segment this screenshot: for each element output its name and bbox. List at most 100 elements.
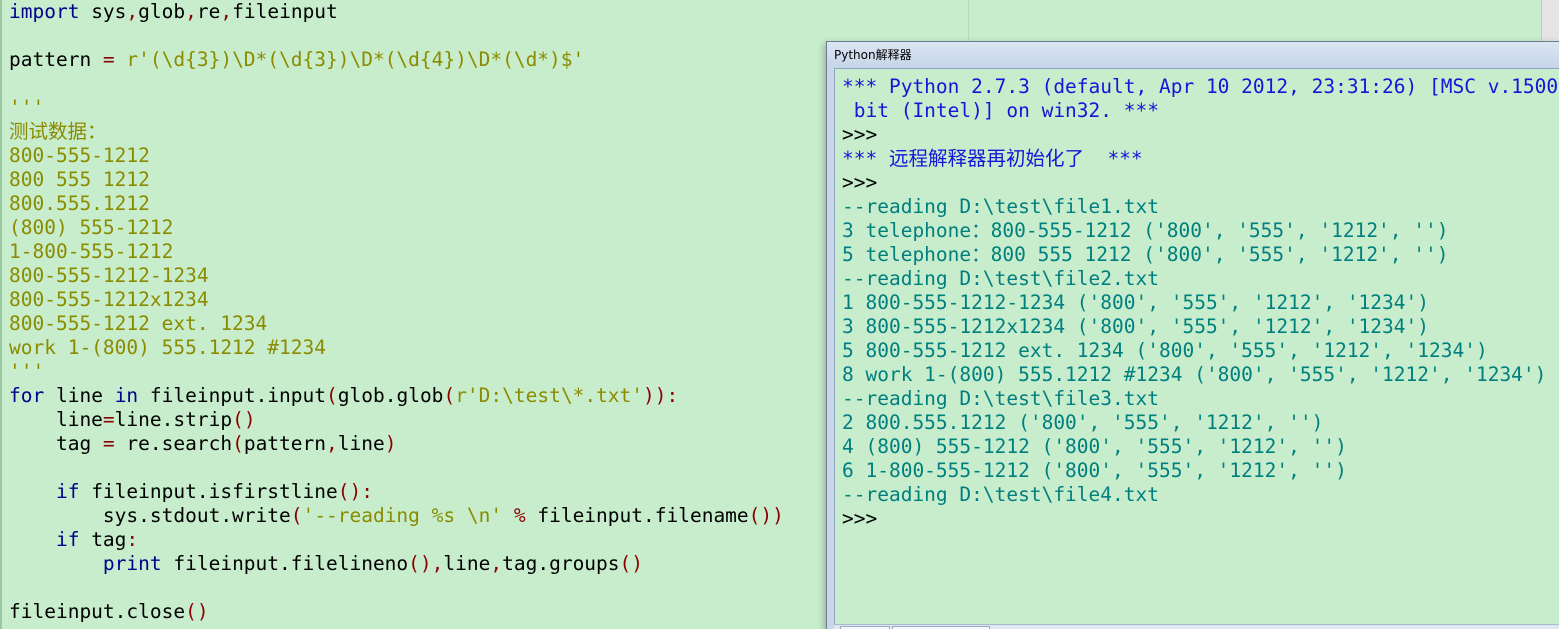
code-line: work 1-(800) 555.1212 #1234 (9, 336, 784, 360)
code-token: work 1-(800) 555.1212 #1234 (9, 336, 326, 359)
code-token: glob (138, 0, 186, 23)
code-token: fileinput.input (138, 384, 327, 407)
code-token: tag.groups (502, 552, 620, 575)
code-token: print (102, 552, 162, 575)
code-token: in (114, 384, 139, 407)
code-line: line=line.strip() (9, 408, 784, 432)
console-line: 3 800-555-1212x1234 ('800', '555', '1212… (842, 315, 1429, 338)
code-token: pattern (9, 48, 103, 71)
console-line: --reading D:\test\file3.txt (842, 387, 1159, 410)
console-line: 5 800-555-1212 ext. 1234 ('800', '555', … (842, 339, 1488, 362)
console-output[interactable]: *** Python 2.7.3 (default, Apr 10 2012, … (842, 75, 1559, 531)
code-token: fileinput.close (9, 600, 186, 623)
code-line: 800-555-1212-1234 (9, 264, 784, 288)
code-token: import (9, 0, 80, 23)
code-line: 测试数据： (9, 120, 784, 144)
code-line: 800.555.1212 (9, 192, 784, 216)
code-token: ( (326, 384, 338, 407)
code-line: sys.stdout.write('--reading %s \n' % fil… (9, 504, 784, 528)
code-line: 800 555 1212 (9, 168, 784, 192)
code-token: fileinput.filelineno (161, 552, 409, 575)
code-token: % (502, 504, 538, 527)
code-token: : (126, 528, 139, 551)
code-token: fileinput.isfirstline (79, 480, 338, 503)
code-token: if (55, 528, 80, 551)
code-token: if (55, 480, 80, 503)
console-line: *** Python 2.7.3 (default, Apr 10 2012, … (842, 75, 1559, 98)
code-token: = (102, 408, 115, 431)
code-line: if tag: (9, 528, 784, 552)
code-line: tag = re.search(pattern,line) (9, 432, 784, 456)
code-token: = (102, 48, 115, 71)
console-line: 3 telephone：800-555-1212 ('800', '555', … (842, 219, 1449, 242)
code-token: 测试数据： (9, 120, 107, 143)
code-token: ( (232, 432, 244, 455)
interpreter-titlebar[interactable]: Python解释器 (827, 42, 1559, 68)
code-token: ''' (9, 96, 45, 119)
code-token: r'D:\test\*.txt' (455, 384, 644, 407)
code-token: line (443, 552, 491, 575)
code-line: 800-555-1212 (9, 144, 784, 168)
code-token: r'(\d{3})\D*(\d{3})\D*(\d{4})\D*(\d*)$' (114, 48, 585, 71)
code-token: '--reading %s \n' (302, 504, 503, 527)
code-line: ''' (9, 96, 784, 120)
code-token: ( (443, 384, 456, 407)
code-token: glob.glob (337, 384, 444, 407)
code-token: , (220, 0, 233, 23)
code-token: )): (643, 384, 679, 407)
code-token: 1-800-555-1212 (9, 240, 174, 263)
console-line: --reading D:\test\file2.txt (842, 267, 1159, 290)
code-token: , (326, 432, 338, 455)
code-line: 1-800-555-1212 (9, 240, 784, 264)
code-token: 800-555-1212 (9, 144, 150, 167)
code-token: line.strip (114, 408, 233, 431)
code-token: for (9, 384, 45, 407)
code-line: pattern = r'(\d{3})\D*(\d{3})\D*(\d{4})\… (9, 48, 784, 72)
code-token: tag (9, 432, 103, 455)
code-token: line (337, 432, 385, 455)
console-line: --reading D:\test\file4.txt (842, 483, 1159, 506)
interpreter-title: Python解释器 (834, 48, 912, 62)
editor-gutter (0, 0, 2, 629)
code-token: 800-555-1212x1234 (9, 288, 209, 311)
code-token: , (490, 552, 503, 575)
code-token: 800-555-1212 ext. 1234 (9, 312, 268, 335)
code-token: 800-555-1212-1234 (9, 264, 209, 287)
interpreter-console[interactable]: *** Python 2.7.3 (default, Apr 10 2012, … (834, 68, 1559, 625)
code-token: fileinput.filename (537, 504, 749, 527)
code-token: pattern (243, 432, 327, 455)
code-line: ''' (9, 360, 784, 384)
code-token: 800 555 1212 (9, 168, 150, 191)
code-token: () (232, 408, 256, 431)
code-token: ( (290, 504, 303, 527)
code-line: 800-555-1212x1234 (9, 288, 784, 312)
code-line: 800-555-1212 ext. 1234 (9, 312, 784, 336)
console-line: 1 800-555-1212-1234 ('800', '555', '1212… (842, 291, 1429, 314)
console-line: >>> (842, 171, 878, 194)
console-line: --reading D:\test\file1.txt (842, 195, 1159, 218)
python-interpreter-window: Python解释器 *** Python 2.7.3 (default, Apr… (826, 41, 1559, 629)
code-token: , (185, 0, 197, 23)
code-token: line (9, 408, 103, 431)
code-line: print fileinput.filelineno(),line,tag.gr… (9, 552, 784, 576)
code-token: sys.stdout.write (9, 504, 291, 527)
code-token: (800) 555-1212 (9, 216, 174, 239)
console-line: 2 800.555.1212 ('800', '555', '1212', ''… (842, 411, 1324, 434)
code-token: (), (408, 552, 444, 575)
console-line: 5 telephone：800 555 1212 ('800', '555', … (842, 243, 1449, 266)
console-line: 4 (800) 555-1212 ('800', '555', '1212', … (842, 435, 1347, 458)
code-text[interactable]: import sys,glob,re,fileinput pattern = r… (9, 0, 784, 624)
code-token: = (102, 432, 115, 455)
console-line: >>> (842, 507, 878, 530)
code-token: tag (79, 528, 127, 551)
code-token: sys (79, 0, 127, 23)
code-token: fileinput (232, 0, 338, 23)
code-token: (): (337, 480, 373, 503)
console-line: 8 work 1-(800) 555.1212 #1234 ('800', '5… (842, 363, 1547, 386)
